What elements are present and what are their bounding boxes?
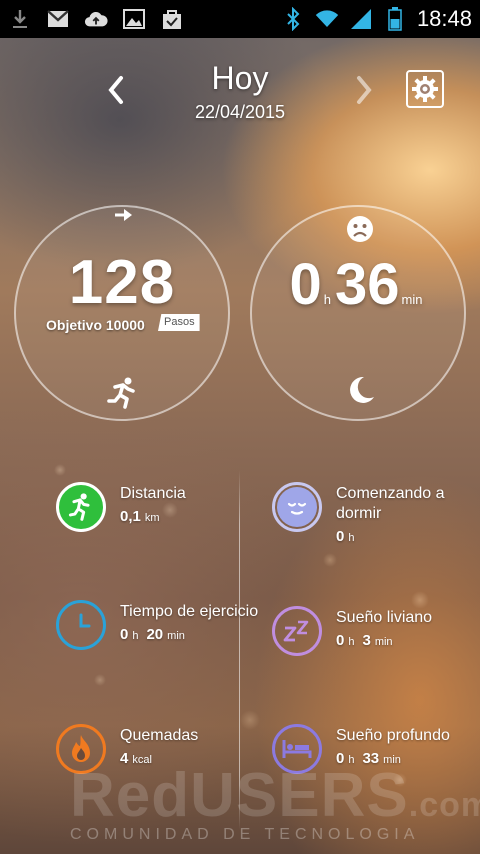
calories-label: Quemadas xyxy=(120,727,199,744)
sleep-total: 0 h36 min xyxy=(252,251,464,318)
steps-circle[interactable]: 128 Objetivo 10000 Pasos xyxy=(14,205,230,421)
shopping-bag-icon xyxy=(160,8,184,30)
previous-day-button[interactable] xyxy=(100,72,132,108)
sleep-circle[interactable]: 0 h36 min xyxy=(250,205,466,421)
gmail-icon xyxy=(46,8,70,30)
wifi-icon xyxy=(315,8,339,30)
light-sleep-hours-unit: h xyxy=(348,636,355,648)
status-bar: 18:48 xyxy=(0,0,480,38)
stat-distance[interactable]: Distancia 0,1 km xyxy=(56,482,186,532)
next-day-button[interactable] xyxy=(348,72,380,108)
light-sleep-label: Sueño liviano xyxy=(336,609,433,626)
zz-icon xyxy=(283,620,309,642)
chevron-right-icon xyxy=(357,76,372,104)
cloud-upload-icon xyxy=(84,8,108,30)
moon-icon xyxy=(346,375,376,410)
watermark-tagline: COMUNIDAD DE TECNOLOGIA xyxy=(70,826,420,843)
light-sleep-badge xyxy=(272,606,322,656)
falling-asleep-badge xyxy=(272,482,322,532)
signal-icon xyxy=(349,8,373,30)
status-time: 18:48 xyxy=(416,6,472,31)
exercise-minutes-unit: min xyxy=(167,630,185,642)
running-person-icon xyxy=(106,377,140,414)
light-sleep-minutes: 3 xyxy=(362,632,371,649)
sleep-minutes: 36 xyxy=(335,252,400,317)
distance-label: Distancia xyxy=(120,485,186,502)
exercise-time-badge xyxy=(56,600,106,650)
falling-asleep-unit: h xyxy=(348,532,355,544)
watermark-brand: RedUSERS.com xyxy=(70,761,480,830)
download-icon xyxy=(8,8,32,30)
sad-face-icon xyxy=(346,215,374,248)
distance-badge xyxy=(56,482,106,532)
falling-asleep-label: Comenzando a dormir xyxy=(336,485,445,522)
page-date: 22/04/2015 xyxy=(194,102,286,122)
stat-light-sleep[interactable]: Sueño liviano 0 h 3 min xyxy=(272,606,432,656)
distance-value: 0,1 xyxy=(120,508,141,525)
exercise-hours-unit: h xyxy=(132,630,139,642)
stat-falling-asleep[interactable]: Comenzando a dormir 0h xyxy=(272,482,466,545)
battery-icon xyxy=(383,7,407,31)
arrow-right-icon xyxy=(114,207,134,228)
steps-unit-tag: Pasos xyxy=(158,314,200,331)
sleep-hours: 0 xyxy=(289,252,322,317)
clock-icon xyxy=(79,613,91,628)
walking-person-icon xyxy=(68,493,90,521)
image-icon xyxy=(122,8,146,30)
exercise-time-label: Tiempo de ejercicio xyxy=(120,603,259,620)
steps-goal: Objetivo 10000 xyxy=(46,317,145,333)
sleep-hours-unit: h xyxy=(323,292,332,307)
sleeping-face-icon xyxy=(287,502,307,515)
light-sleep-minutes-unit: min xyxy=(374,636,393,648)
stat-exercise-time[interactable]: Tiempo de ejercicio 0 h 20 min xyxy=(56,600,258,650)
exercise-hours: 0 xyxy=(120,626,129,643)
gear-icon xyxy=(412,76,438,102)
deep-sleep-label: Sueño profundo xyxy=(336,727,450,744)
steps-count: 128 xyxy=(68,248,176,317)
light-sleep-hours: 0 xyxy=(336,632,345,649)
falling-asleep-value: 0 xyxy=(336,528,345,545)
chevron-left-icon xyxy=(108,76,123,104)
sleep-minutes-unit: min xyxy=(401,292,423,307)
page-title: Hoy xyxy=(211,60,269,96)
distance-unit: km xyxy=(144,512,160,524)
bluetooth-icon xyxy=(281,7,305,31)
settings-button[interactable] xyxy=(406,70,444,108)
exercise-minutes: 20 xyxy=(146,626,164,643)
bed-icon xyxy=(282,740,312,758)
